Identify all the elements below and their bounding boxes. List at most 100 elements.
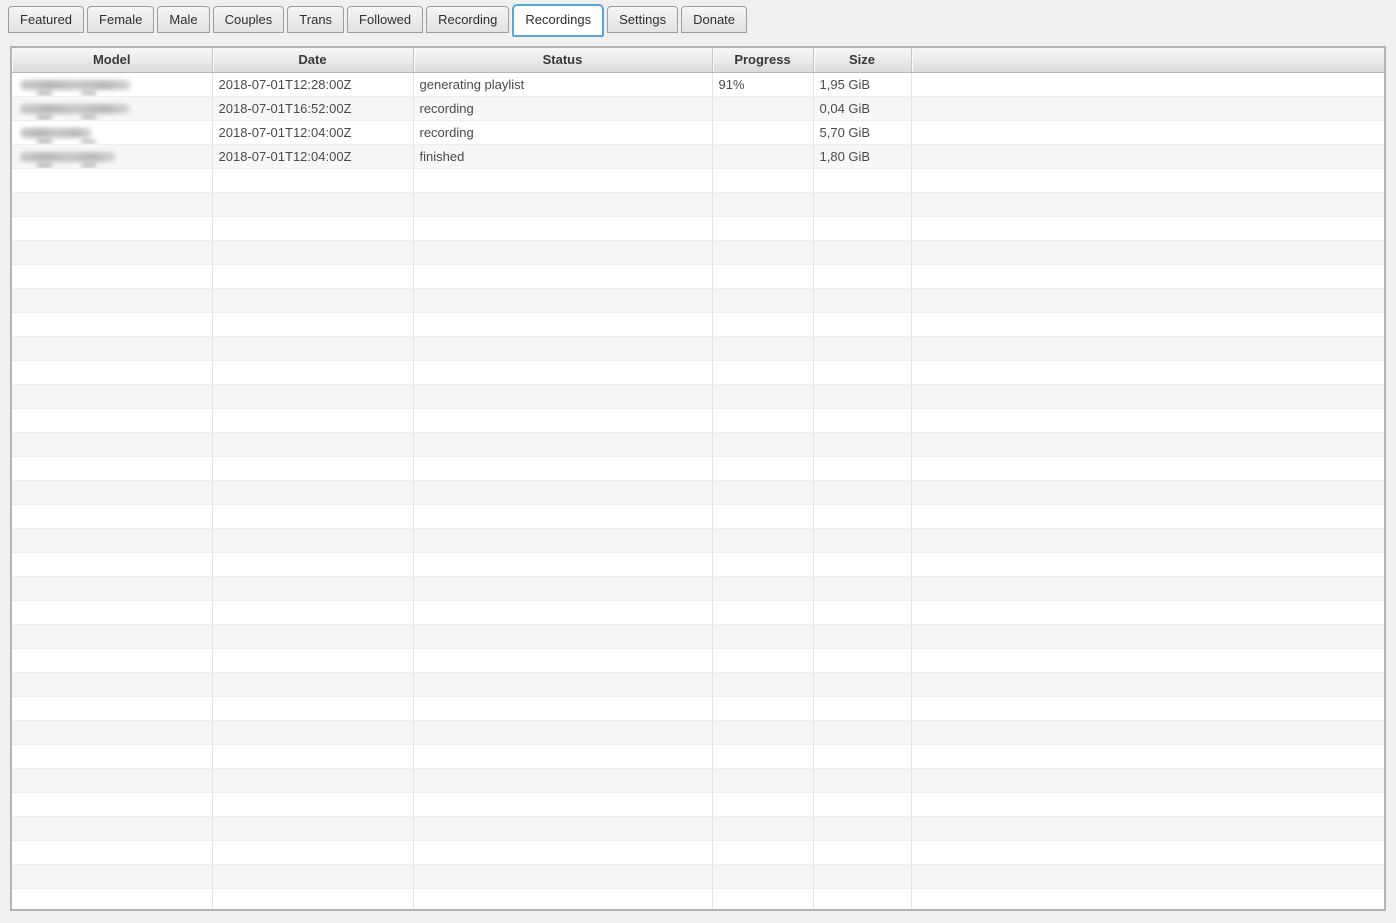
table-row (12, 480, 1384, 504)
cell-date (212, 576, 413, 600)
cell-progress: 91% (712, 72, 813, 96)
cell-size (813, 672, 911, 696)
cell-model (12, 480, 212, 504)
cell-model (12, 792, 212, 816)
cell-status (413, 864, 712, 888)
tab-donate[interactable]: Donate (681, 6, 747, 33)
cell-size (813, 576, 911, 600)
table-row[interactable]: 2018-07-01T12:04:00Zrecording5,70 GiB (12, 120, 1384, 144)
cell-status (413, 840, 712, 864)
table-row (12, 432, 1384, 456)
redacted-model-name (20, 128, 92, 138)
cell-status (413, 768, 712, 792)
cell-size (813, 744, 911, 768)
cell-extra (911, 216, 1384, 240)
cell-model (12, 888, 212, 911)
cell-date (212, 240, 413, 264)
table-row (12, 168, 1384, 192)
cell-date (212, 744, 413, 768)
cell-status (413, 600, 712, 624)
cell-date (212, 864, 413, 888)
cell-date (212, 264, 413, 288)
tab-settings[interactable]: Settings (607, 6, 678, 33)
cell-status (413, 624, 712, 648)
cell-date (212, 192, 413, 216)
table-row (12, 840, 1384, 864)
cell-progress (712, 168, 813, 192)
cell-size (813, 168, 911, 192)
cell-extra (911, 360, 1384, 384)
tab-followed[interactable]: Followed (347, 6, 423, 33)
table-row (12, 696, 1384, 720)
tab-male[interactable]: Male (157, 6, 209, 33)
cell-progress (712, 648, 813, 672)
table-row (12, 768, 1384, 792)
table-row (12, 408, 1384, 432)
cell-extra (911, 648, 1384, 672)
cell-model (12, 360, 212, 384)
tab-couples[interactable]: Couples (213, 6, 285, 33)
cell-extra (911, 288, 1384, 312)
table-row (12, 456, 1384, 480)
cell-progress (712, 264, 813, 288)
tab-female[interactable]: Female (87, 6, 154, 33)
table-row (12, 240, 1384, 264)
cell-model (12, 600, 212, 624)
cell-size (813, 264, 911, 288)
cell-progress (712, 120, 813, 144)
cell-status: finished (413, 144, 712, 168)
column-header-size[interactable]: Size (813, 48, 911, 72)
cell-size (813, 192, 911, 216)
cell-status (413, 696, 712, 720)
table-row (12, 648, 1384, 672)
cell-model (12, 672, 212, 696)
table-row[interactable]: 2018-07-01T12:28:00Zgenerating playlist9… (12, 72, 1384, 96)
cell-size (813, 480, 911, 504)
table-row[interactable]: 2018-07-01T12:04:00Zfinished1,80 GiB (12, 144, 1384, 168)
column-header-progress[interactable]: Progress (712, 48, 813, 72)
cell-date (212, 648, 413, 672)
cell-model (12, 456, 212, 480)
cell-extra (911, 696, 1384, 720)
cell-date (212, 360, 413, 384)
cell-status (413, 384, 712, 408)
cell-size (813, 528, 911, 552)
table-row (12, 816, 1384, 840)
cell-date: 2018-07-01T16:52:00Z (212, 96, 413, 120)
cell-model (12, 432, 212, 456)
cell-status (413, 504, 712, 528)
tab-recording[interactable]: Recording (426, 6, 509, 33)
table-row (12, 336, 1384, 360)
cell-model (12, 216, 212, 240)
cell-status (413, 408, 712, 432)
cell-date (212, 696, 413, 720)
cell-date (212, 624, 413, 648)
cell-status (413, 792, 712, 816)
cell-status (413, 672, 712, 696)
tab-recordings[interactable]: Recordings (512, 4, 604, 37)
table-row[interactable]: 2018-07-01T16:52:00Zrecording0,04 GiB (12, 96, 1384, 120)
cell-date (212, 384, 413, 408)
cell-progress (712, 816, 813, 840)
cell-status (413, 192, 712, 216)
cell-status (413, 360, 712, 384)
cell-progress (712, 144, 813, 168)
cell-date: 2018-07-01T12:04:00Z (212, 120, 413, 144)
cell-extra (911, 600, 1384, 624)
table-row (12, 216, 1384, 240)
table-row (12, 528, 1384, 552)
column-header-model[interactable]: Model (12, 48, 212, 72)
cell-status (413, 288, 712, 312)
cell-status (413, 528, 712, 552)
cell-extra (911, 72, 1384, 96)
cell-extra (911, 192, 1384, 216)
column-header-date[interactable]: Date (212, 48, 413, 72)
cell-size (813, 288, 911, 312)
tab-featured[interactable]: Featured (8, 6, 84, 33)
table-row (12, 624, 1384, 648)
cell-size (813, 768, 911, 792)
cell-size (813, 360, 911, 384)
table-row (12, 600, 1384, 624)
column-header-status[interactable]: Status (413, 48, 712, 72)
tab-trans[interactable]: Trans (287, 6, 344, 33)
